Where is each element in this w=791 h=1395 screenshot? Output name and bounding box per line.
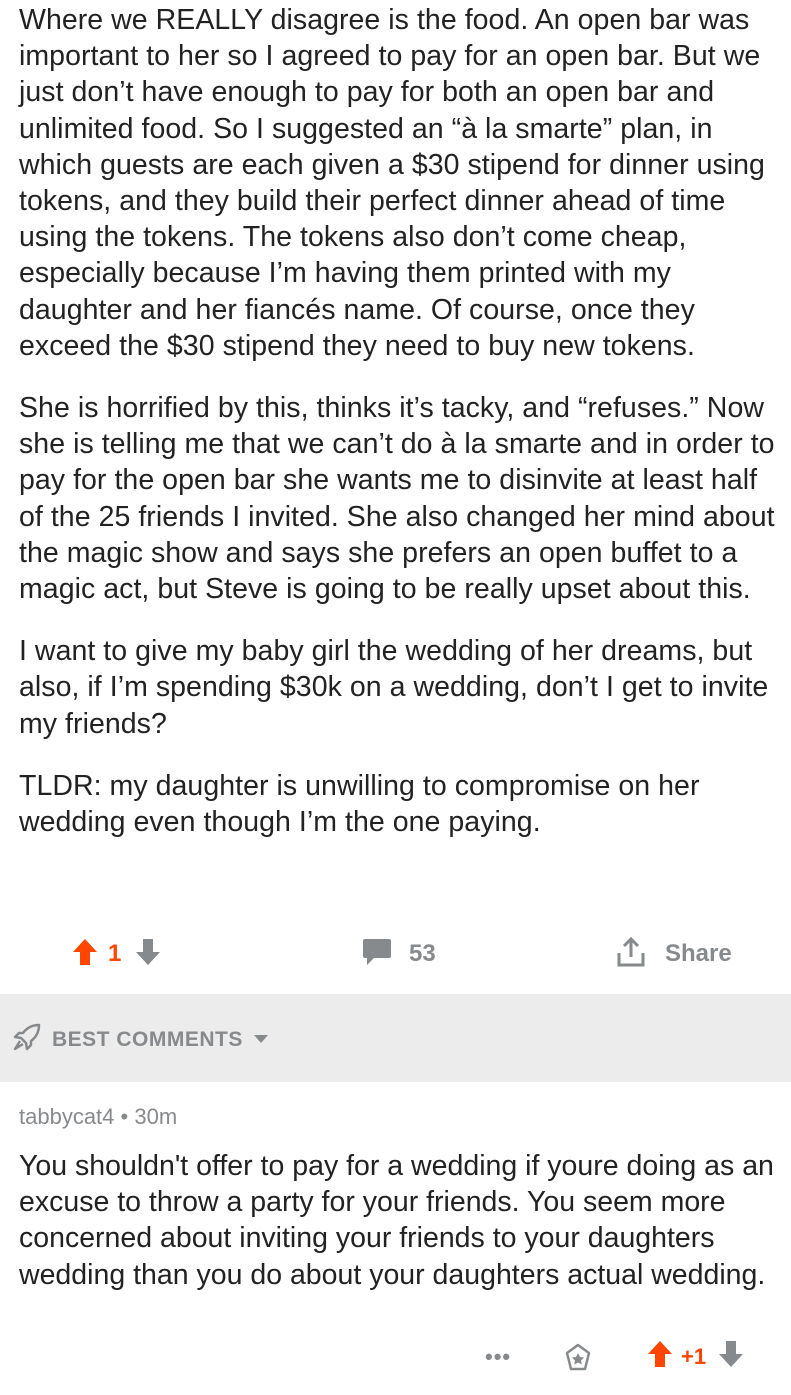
award-icon[interactable] <box>562 1342 594 1379</box>
post-paragraph: Where we REALLY disagree is the food. An… <box>19 4 765 362</box>
comment-action-bar: ••• +1 <box>0 1336 791 1380</box>
comment-bubble-icon <box>362 937 392 972</box>
post-body: Where we REALLY disagree is the food. An… <box>19 2 784 866</box>
share-label: Share <box>665 940 732 967</box>
comment-sort-label: BEST COMMENTS <box>52 1027 243 1051</box>
comment-meta: tabbycat4 • 30m <box>19 1100 779 1134</box>
comment: tabbycat4 • 30m You shouldn't offer to p… <box>19 1100 779 1293</box>
share-icon <box>615 936 647 973</box>
comment-sort-dropdown[interactable]: BEST COMMENTS <box>12 1022 269 1057</box>
comment-vote-group: +1 <box>647 1340 744 1373</box>
post-action-bar: 1 53 Share <box>0 932 791 976</box>
share-button[interactable]: Share <box>615 932 732 976</box>
post-vote-group: 1 <box>72 932 161 976</box>
downvote-arrow-icon[interactable] <box>135 938 161 971</box>
meta-separator: • <box>120 1104 129 1129</box>
comments-button[interactable]: 53 <box>362 932 436 976</box>
post-paragraph: I want to give my baby girl the wedding … <box>19 635 769 740</box>
comment-age: 30m <box>134 1104 178 1129</box>
comment-score: +1 <box>681 1343 707 1369</box>
downvote-arrow-icon[interactable] <box>718 1340 744 1373</box>
post-score: 1 <box>108 940 122 967</box>
more-icon[interactable]: ••• <box>485 1344 511 1370</box>
comment-sort-bar: BEST COMMENTS <box>0 994 791 1082</box>
upvote-arrow-icon[interactable] <box>72 938 98 971</box>
comment-author[interactable]: tabbycat4 <box>19 1104 114 1129</box>
post-paragraph: TLDR: my daughter is unwilling to compro… <box>19 769 700 839</box>
upvote-arrow-icon[interactable] <box>647 1340 673 1373</box>
comment-count: 53 <box>409 940 436 967</box>
post-paragraph: She is horrified by this, thinks it’s ta… <box>19 392 775 606</box>
rocket-icon <box>12 1022 42 1057</box>
comment-text: You shouldn't offer to pay for a wedding… <box>19 1150 774 1291</box>
chevron-down-icon <box>253 1031 269 1049</box>
